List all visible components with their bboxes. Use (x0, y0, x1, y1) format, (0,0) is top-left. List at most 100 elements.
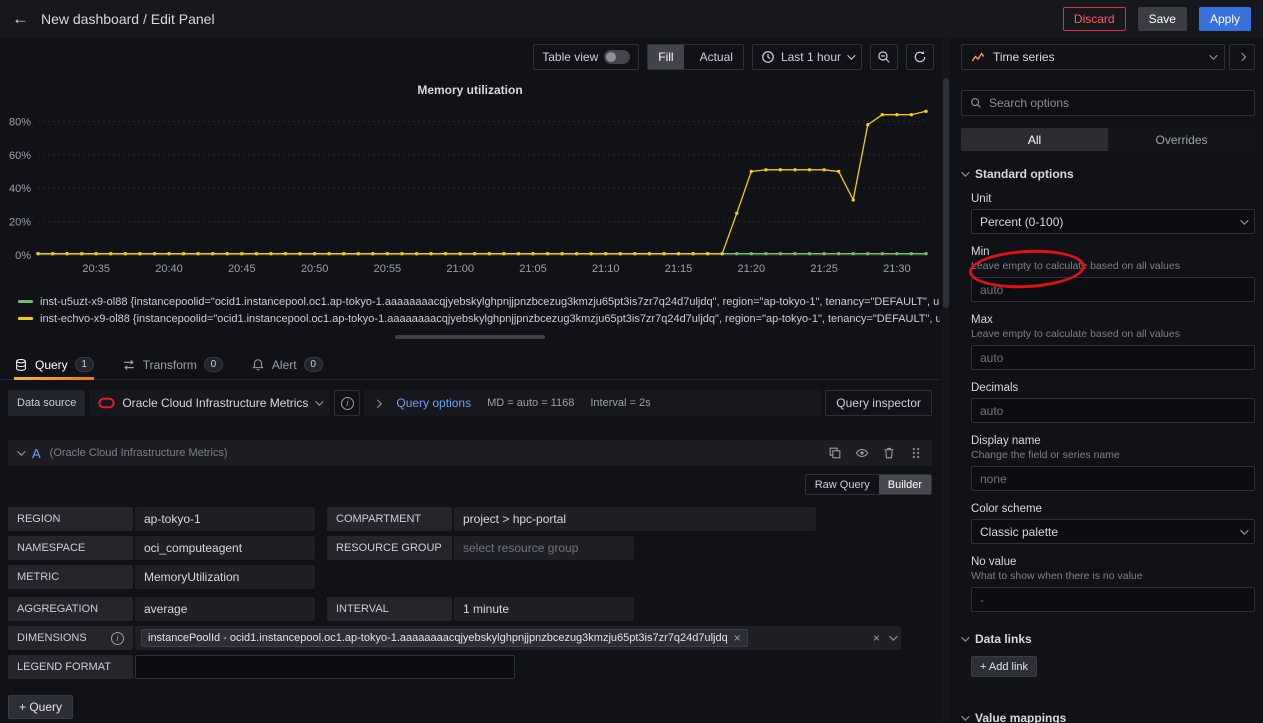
legend-format-label: LEGEND FORMAT (8, 655, 133, 679)
add-link-button[interactable]: + Add link (971, 656, 1037, 677)
unit-select[interactable]: Percent (0-100) (971, 209, 1255, 234)
chart-legend: inst-u5uzt-x9-ol88 {instancepoolid="ocid… (0, 293, 940, 327)
metric-value[interactable]: MemoryUtilization (135, 565, 315, 589)
unit-value: Percent (0-100) (980, 215, 1063, 229)
drag-handle-icon[interactable] (909, 446, 923, 460)
form-row: NAMESPACE oci_computeagent RESOURCE GROU… (8, 536, 932, 560)
zoom-out-button[interactable] (870, 44, 898, 70)
compartment-value[interactable]: project > hpc-portal (454, 507, 816, 531)
raw-query-option[interactable]: Raw Query (806, 475, 879, 494)
panel-resize-handle[interactable] (395, 335, 545, 339)
duplicate-icon[interactable] (828, 446, 842, 460)
remove-dimension-icon[interactable]: × (734, 632, 741, 644)
query-row-header[interactable]: A (Oracle Cloud Infrastructure Metrics) (8, 440, 932, 466)
memory-utilization-panel: Memory utilization 0%20%40%60%80%20:3520… (0, 80, 940, 339)
namespace-label: NAMESPACE (8, 536, 133, 560)
query-builder-form: REGION ap-tokyo-1 COMPARTMENT project > … (8, 507, 932, 679)
svg-text:20:55: 20:55 (374, 263, 402, 275)
legend-item[interactable]: inst-u5uzt-x9-ol88 {instancepoolid="ocid… (18, 293, 940, 310)
no-value-input[interactable] (971, 587, 1255, 612)
options-search-input[interactable] (989, 96, 1246, 110)
svg-text:0%: 0% (15, 250, 31, 262)
svg-text:60%: 60% (9, 150, 31, 162)
chevron-down-icon (316, 397, 324, 405)
add-query-button[interactable]: + Query (8, 695, 73, 719)
display-name-input[interactable] (971, 466, 1255, 491)
legend-series-label: inst-echvo-x9-ol88 {instancepoolid="ocid… (40, 313, 940, 325)
chevron-right-icon (374, 399, 382, 407)
time-range-label: Last 1 hour (781, 50, 841, 64)
region-value[interactable]: ap-tokyo-1 (135, 507, 315, 531)
info-icon: i (341, 397, 354, 410)
form-row: REGION ap-tokyo-1 COMPARTMENT project > … (8, 507, 932, 531)
standard-options-body: Unit Percent (0-100) Min Leave empty to … (961, 193, 1255, 612)
legend-format-input[interactable] (135, 655, 515, 679)
collapse-options-button[interactable] (1229, 44, 1255, 70)
decimals-label: Decimals (971, 382, 1255, 394)
query-editor: A (Oracle Cloud Infrastructure Metrics) (8, 440, 932, 684)
svg-text:21:00: 21:00 (446, 263, 474, 275)
query-inspector-button[interactable]: Query inspector (825, 390, 932, 416)
discard-button[interactable]: Discard (1063, 7, 1126, 31)
page-title: New dashboard / Edit Panel (41, 11, 215, 27)
legend-item[interactable]: inst-echvo-x9-ol88 {instancepoolid="ocid… (18, 310, 940, 327)
back-arrow-icon[interactable]: ← (12, 9, 29, 29)
namespace-value[interactable]: oci_computeagent (135, 536, 315, 560)
actual-option[interactable]: Actual (690, 45, 743, 69)
decimals-input[interactable] (971, 398, 1255, 423)
memory-utilization-chart[interactable]: 0%20%40%60%80%20:3520:4020:4520:5020:552… (0, 100, 940, 288)
svg-text:20:40: 20:40 (155, 263, 183, 275)
visualization-picker[interactable]: Time series (961, 44, 1225, 70)
query-options-bar[interactable]: Query options MD = auto = 1168 Interval … (364, 390, 821, 416)
compartment-label: COMPARTMENT (327, 507, 452, 531)
info-icon[interactable]: i (111, 632, 124, 645)
value-mappings-title: Value mappings (975, 711, 1066, 723)
query-options-link[interactable]: Query options (396, 396, 471, 410)
tab-alert[interactable]: Alert 0 (251, 350, 323, 379)
interval-value[interactable]: 1 minute (454, 597, 634, 621)
refresh-button[interactable] (906, 44, 934, 70)
visualization-row: Time series (961, 44, 1255, 70)
table-view-toggle[interactable] (604, 50, 630, 64)
data-links-header[interactable]: Data links (961, 632, 1255, 646)
aggregation-value[interactable]: average (135, 597, 315, 621)
save-button[interactable]: Save (1138, 7, 1187, 31)
legend-series-label: inst-u5uzt-x9-ol88 {instancepoolid="ocid… (40, 296, 940, 308)
min-input[interactable] (971, 277, 1255, 302)
clock-icon (761, 50, 775, 64)
svg-text:80%: 80% (9, 116, 31, 128)
clear-dimensions-icon[interactable]: × (873, 632, 880, 644)
tab-transform[interactable]: Transform 0 (122, 350, 223, 379)
tab-query[interactable]: Query 1 (14, 350, 94, 379)
scrollbar-thumb[interactable] (943, 78, 949, 308)
tab-overrides[interactable]: Overrides (1108, 128, 1255, 151)
dimensions-value[interactable]: instancePoolId - ocid1.instancepool.oc1.… (135, 626, 901, 650)
chevron-down-icon[interactable] (889, 632, 897, 640)
fill-option[interactable]: Fill (648, 45, 683, 69)
eye-icon[interactable] (855, 446, 869, 460)
value-mappings-header[interactable]: Value mappings (961, 711, 1255, 723)
builder-option[interactable]: Builder (879, 475, 931, 494)
form-row: LEGEND FORMAT (8, 655, 932, 679)
tab-all[interactable]: All (961, 128, 1108, 151)
max-input[interactable] (971, 345, 1255, 370)
editor-mode-row: Raw Query Builder (8, 474, 932, 495)
datasource-picker[interactable]: Oracle Cloud Infrastructure Metrics (89, 390, 330, 416)
datasource-info-button[interactable]: i (334, 390, 360, 416)
time-range-picker[interactable]: Last 1 hour (752, 44, 862, 70)
svg-text:21:10: 21:10 (592, 263, 620, 275)
options-search[interactable] (961, 90, 1255, 116)
table-view-control[interactable]: Table view (533, 44, 639, 70)
trash-icon[interactable] (882, 446, 896, 460)
toggle-knob (606, 52, 616, 62)
collapse-chevron-icon[interactable] (17, 447, 25, 455)
color-scheme-select[interactable]: Classic palette (971, 519, 1255, 544)
resource-group-value[interactable]: select resource group (454, 536, 634, 560)
apply-button[interactable]: Apply (1199, 7, 1251, 31)
form-row: DIMENSIONS i instancePoolId - ocid1.inst… (8, 626, 932, 650)
editor-mode-segment: Raw Query Builder (805, 474, 932, 495)
svg-text:40%: 40% (9, 183, 31, 195)
standard-options-header[interactable]: Standard options (961, 167, 1255, 181)
svg-text:21:20: 21:20 (738, 263, 766, 275)
no-value-label: No value (971, 556, 1255, 568)
